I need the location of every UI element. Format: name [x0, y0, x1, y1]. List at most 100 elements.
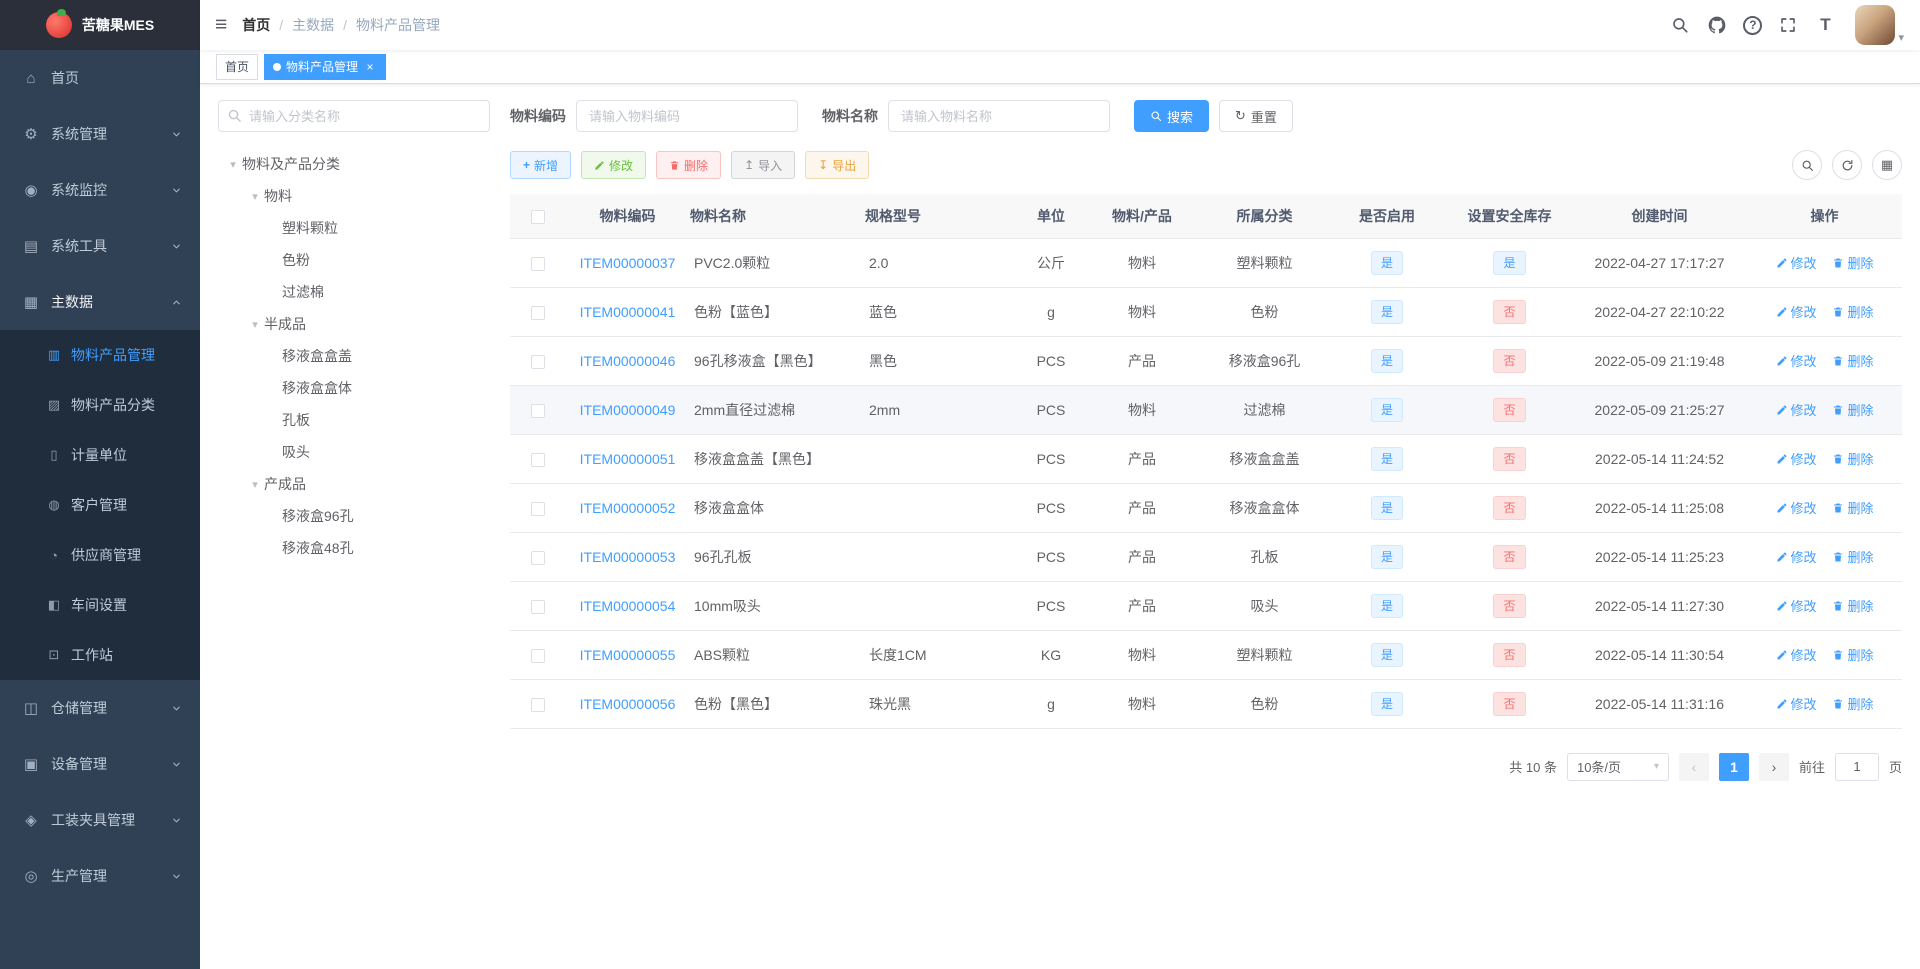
row-checkbox[interactable] — [530, 697, 545, 712]
tree-expand-icon[interactable] — [246, 190, 264, 203]
user-menu[interactable] — [1855, 5, 1904, 45]
page-number-button[interactable]: 1 — [1718, 752, 1749, 781]
row-checkbox[interactable] — [530, 256, 545, 271]
github-icon[interactable] — [1706, 14, 1728, 36]
tree-node-leaf[interactable]: 移液盒48孔 — [218, 532, 490, 564]
edit-row-button[interactable]: 修改 — [1776, 498, 1817, 517]
item-code-link[interactable]: ITEM00000053 — [580, 549, 676, 565]
refresh-table-button[interactable] — [1832, 150, 1862, 180]
sidebar-item-system-monitoring[interactable]: 系统监控 — [0, 162, 200, 218]
sidebar-item-supplier-management[interactable]: 供应商管理 — [0, 530, 200, 580]
material-name-input[interactable] — [888, 100, 1110, 132]
item-code-link[interactable]: ITEM00000046 — [580, 353, 676, 369]
delete-row-button[interactable]: 删除 — [1832, 645, 1873, 664]
edit-row-button[interactable]: 修改 — [1776, 302, 1817, 321]
delete-row-button[interactable]: 删除 — [1832, 253, 1873, 272]
row-checkbox[interactable] — [530, 550, 545, 565]
edit-row-button[interactable]: 修改 — [1776, 400, 1817, 419]
tab-close-icon[interactable]: × — [363, 60, 377, 74]
tab-home[interactable]: 首页 — [216, 53, 259, 80]
tree-expand-icon[interactable] — [224, 158, 242, 171]
tree-expand-icon[interactable] — [246, 318, 264, 331]
edit-row-button[interactable]: 修改 — [1776, 596, 1817, 615]
row-checkbox[interactable] — [530, 648, 545, 663]
column-settings-button[interactable] — [1872, 150, 1902, 180]
tree-node-leaf[interactable]: 塑料颗粒 — [218, 212, 490, 244]
sidebar-item-customer-management[interactable]: 客户管理 — [0, 480, 200, 530]
item-code-link[interactable]: ITEM00000049 — [580, 402, 676, 418]
item-code-link[interactable]: ITEM00000041 — [580, 304, 676, 320]
item-code-link[interactable]: ITEM00000054 — [580, 598, 676, 614]
row-checkbox[interactable] — [530, 354, 545, 369]
breadcrumb-home[interactable]: 首页 — [242, 15, 270, 35]
row-checkbox[interactable] — [530, 403, 545, 418]
sidebar-item-material-product-category[interactable]: 物料产品分类 — [0, 380, 200, 430]
delete-row-button[interactable]: 删除 — [1832, 302, 1873, 321]
delete-row-button[interactable]: 删除 — [1832, 547, 1873, 566]
item-code-link[interactable]: ITEM00000051 — [580, 451, 676, 467]
material-code-input[interactable] — [576, 100, 798, 132]
next-page-button[interactable]: › — [1758, 752, 1789, 781]
delete-row-button[interactable]: 删除 — [1832, 694, 1873, 713]
item-code-link[interactable]: ITEM00000055 — [580, 647, 676, 663]
tree-node-root[interactable]: 物料及产品分类 — [218, 148, 490, 180]
delete-row-button[interactable]: 删除 — [1832, 351, 1873, 370]
app-logo[interactable]: 苦糖果MES — [0, 0, 200, 50]
delete-row-button[interactable]: 删除 — [1832, 449, 1873, 468]
tree-expand-icon[interactable] — [246, 478, 264, 491]
prev-page-button[interactable]: ‹ — [1678, 752, 1709, 781]
row-checkbox[interactable] — [530, 599, 545, 614]
tree-node-leaf[interactable]: 孔板 — [218, 404, 490, 436]
item-code-link[interactable]: ITEM00000037 — [580, 255, 676, 271]
tree-node-group[interactable]: 产成品 — [218, 468, 490, 500]
edit-button[interactable]: 修改 — [581, 151, 647, 179]
sidebar-item-master-data[interactable]: 主数据 — [0, 274, 200, 330]
sidebar-item-workshop-settings[interactable]: 车间设置 — [0, 580, 200, 630]
export-button[interactable]: 导出 — [805, 151, 870, 179]
sidebar-item-material-product-management[interactable]: 物料产品管理 — [0, 330, 200, 380]
row-checkbox[interactable] — [530, 305, 545, 320]
tree-node-leaf[interactable]: 移液盒盒体 — [218, 372, 490, 404]
delete-row-button[interactable]: 删除 — [1832, 596, 1873, 615]
select-all-checkbox[interactable] — [530, 209, 545, 224]
tree-node-group[interactable]: 半成品 — [218, 308, 490, 340]
tree-node-leaf[interactable]: 移液盒盒盖 — [218, 340, 490, 372]
page-size-select[interactable]: 10条/页 — [1566, 752, 1669, 781]
fullscreen-button[interactable] — [1777, 14, 1799, 36]
add-button[interactable]: 新增 — [510, 151, 572, 179]
sidebar-item-measurement-unit[interactable]: 计量单位 — [0, 430, 200, 480]
sidebar-item-system-tools[interactable]: 系统工具 — [0, 218, 200, 274]
edit-row-button[interactable]: 修改 — [1776, 351, 1817, 370]
delete-row-button[interactable]: 删除 — [1832, 400, 1873, 419]
header-search-button[interactable] — [1669, 14, 1691, 36]
row-checkbox[interactable] — [530, 452, 545, 467]
sidebar-toggle-button[interactable] — [200, 13, 242, 37]
help-icon[interactable] — [1743, 15, 1763, 35]
sidebar-item-workstation[interactable]: 工作站 — [0, 630, 200, 680]
tree-node-leaf[interactable]: 移液盒96孔 — [218, 500, 490, 532]
tree-node-leaf[interactable]: 过滤棉 — [218, 276, 490, 308]
sidebar-item-tooling-fixture-management[interactable]: 工装夹具管理 — [0, 792, 200, 848]
reset-button[interactable]: 重置 — [1219, 100, 1293, 132]
breadcrumb-master-data[interactable]: 主数据 — [292, 15, 334, 35]
tree-node-leaf[interactable]: 吸头 — [218, 436, 490, 468]
sidebar-item-warehouse-management[interactable]: 仓储管理 — [0, 680, 200, 736]
edit-row-button[interactable]: 修改 — [1776, 547, 1817, 566]
sidebar-item-equipment-management[interactable]: 设备管理 — [0, 736, 200, 792]
tab-material-product-management[interactable]: 物料产品管理 × — [264, 53, 387, 80]
edit-row-button[interactable]: 修改 — [1776, 645, 1817, 664]
import-button[interactable]: 导入 — [731, 151, 796, 179]
category-search-input[interactable] — [218, 100, 490, 132]
search-button[interactable]: 搜索 — [1134, 100, 1210, 132]
tree-node-leaf[interactable]: 色粉 — [218, 244, 490, 276]
edit-row-button[interactable]: 修改 — [1776, 253, 1817, 272]
item-code-link[interactable]: ITEM00000052 — [580, 500, 676, 516]
delete-button[interactable]: 删除 — [656, 151, 722, 179]
edit-row-button[interactable]: 修改 — [1776, 449, 1817, 468]
row-checkbox[interactable] — [530, 501, 545, 516]
font-size-button[interactable] — [1814, 14, 1836, 36]
toggle-search-button[interactable] — [1792, 150, 1822, 180]
sidebar-item-production-management[interactable]: 生产管理 — [0, 848, 200, 904]
sidebar-item-home[interactable]: 首页 — [0, 50, 200, 106]
sidebar-item-system-management[interactable]: 系统管理 — [0, 106, 200, 162]
